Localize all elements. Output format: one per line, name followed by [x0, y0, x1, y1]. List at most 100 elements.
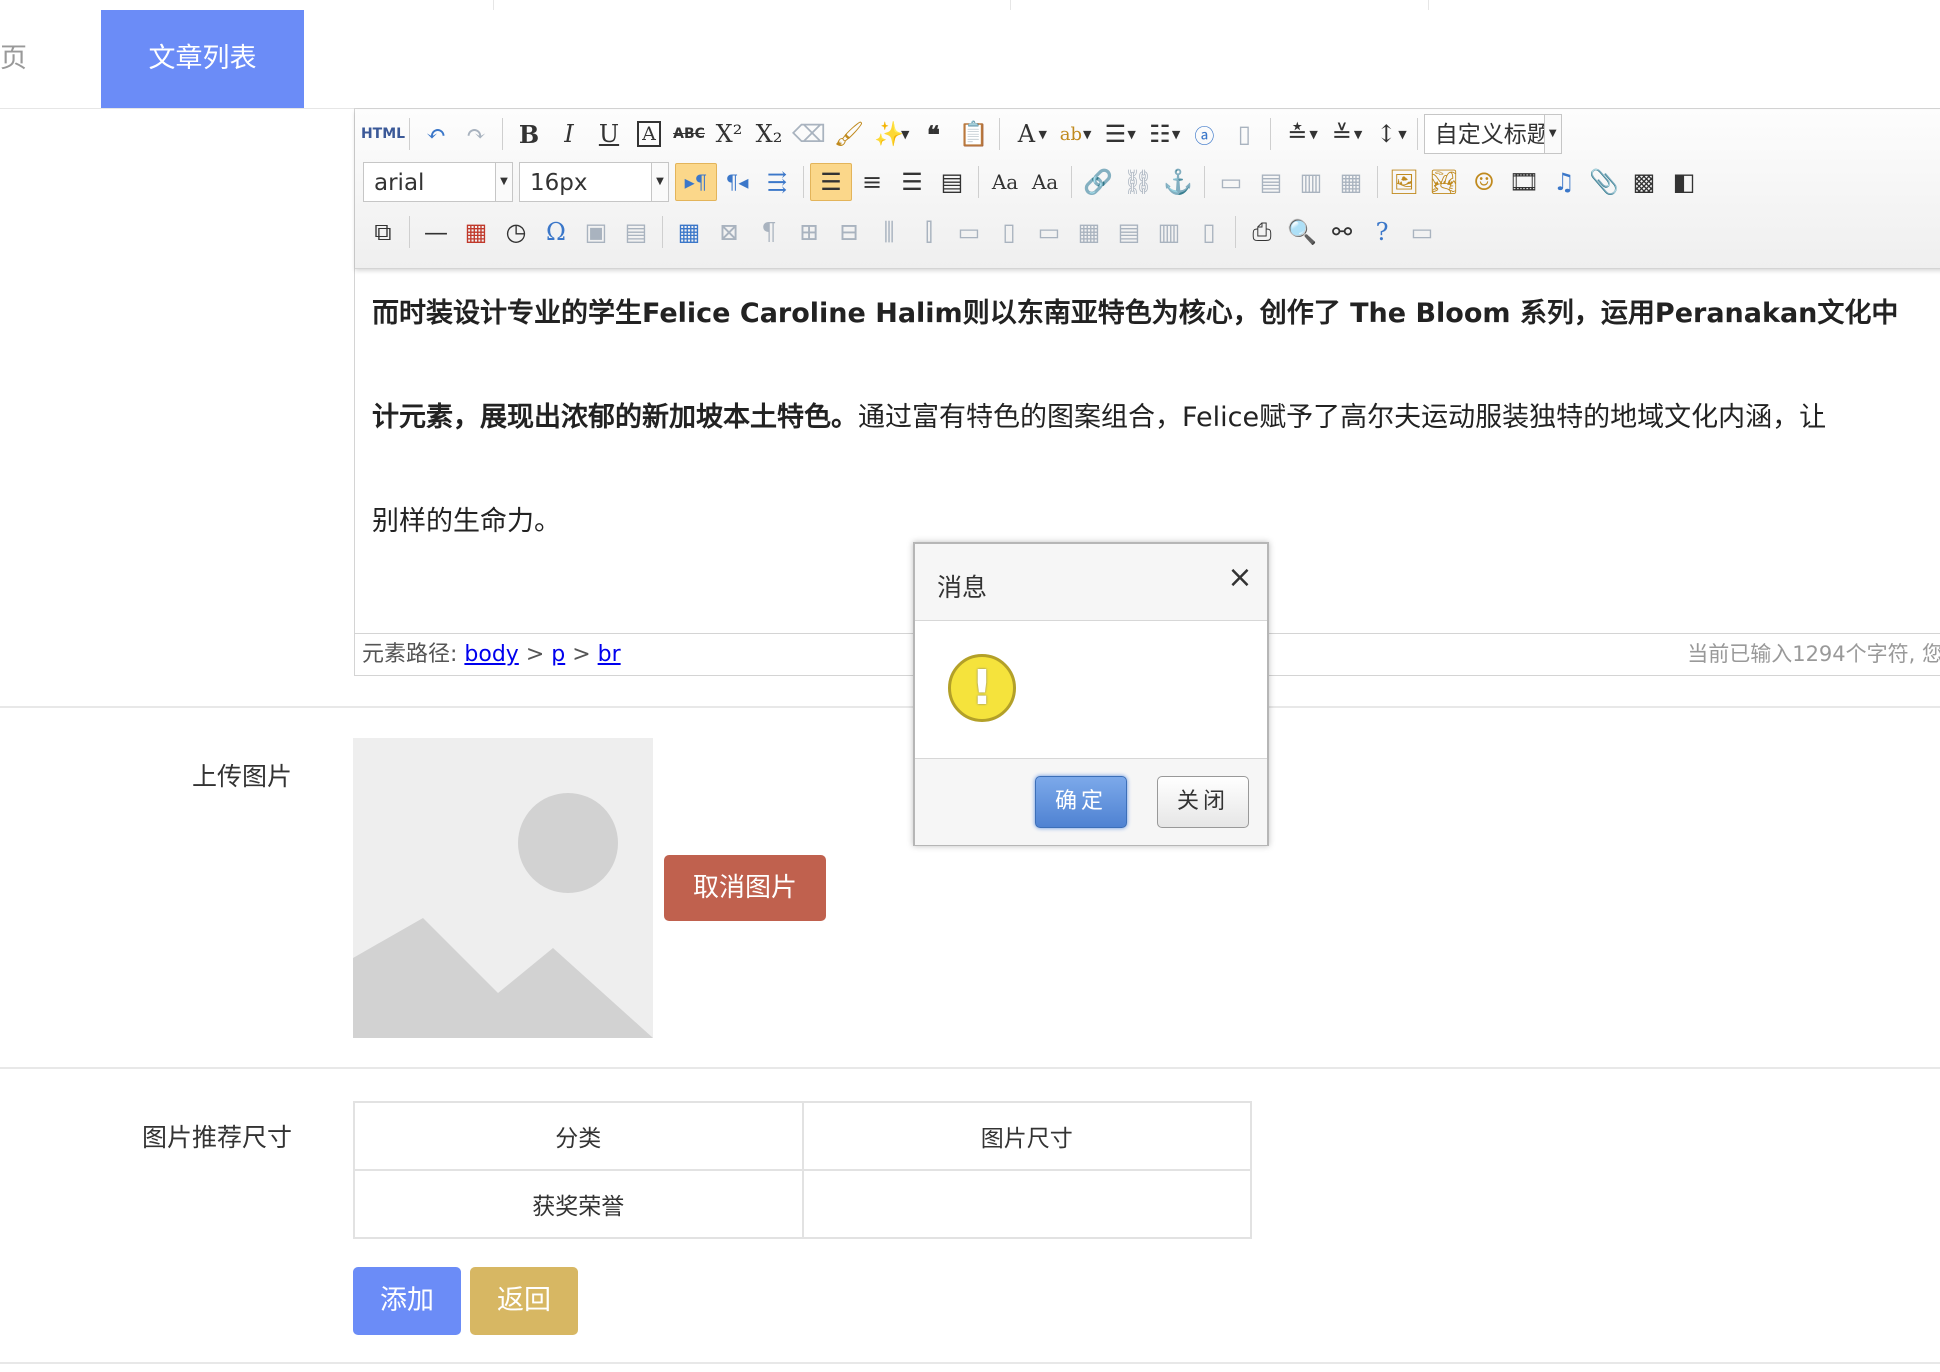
- word-image-icon[interactable]: ▤: [616, 214, 656, 250]
- custom-heading-select[interactable]: 自定义标题 ▼: [1423, 114, 1562, 154]
- draft-icon[interactable]: ▭: [1402, 214, 1442, 250]
- element-path-body[interactable]: body: [464, 642, 518, 667]
- chart-icon[interactable]: ▯: [1189, 214, 1229, 250]
- search-replace-icon[interactable]: ⚯: [1322, 214, 1362, 250]
- dialog-close-button[interactable]: 关闭: [1157, 776, 1249, 828]
- editor-content[interactable]: 而时装设计专业的学生Felice Caroline Halim则以东南亚特色为核…: [372, 262, 1940, 574]
- align-left-icon[interactable]: ☰: [810, 163, 852, 201]
- help-icon[interactable]: ?: [1362, 214, 1402, 250]
- back-button[interactable]: 返回: [470, 1267, 578, 1335]
- recommended-size-table: 分类 图片尺寸 获奖荣誉: [353, 1101, 1252, 1239]
- merge-right-icon[interactable]: ▯: [989, 214, 1029, 250]
- delete-col-icon[interactable]: ⫿: [909, 214, 949, 250]
- rtl-direction-icon[interactable]: ¶◂: [717, 164, 757, 200]
- unlink-icon[interactable]: ⛓: [1118, 164, 1158, 200]
- cancel-image-button[interactable]: 取消图片: [664, 855, 826, 921]
- time-icon[interactable]: ◷: [496, 214, 536, 250]
- image-placeholder[interactable]: [353, 738, 653, 1038]
- music-icon[interactable]: ♫: [1544, 164, 1584, 200]
- font-border-icon[interactable]: A: [629, 116, 669, 152]
- underline-icon[interactable]: U: [589, 116, 629, 152]
- link-icon[interactable]: 🔗: [1078, 164, 1118, 200]
- date-icon[interactable]: ▦: [456, 214, 496, 250]
- split-cells-icon[interactable]: ▦: [1069, 214, 1109, 250]
- subscript-icon[interactable]: X₂: [749, 116, 789, 152]
- emotion-icon[interactable]: ☺: [1464, 164, 1504, 200]
- indent-icon[interactable]: ⇶: [757, 164, 797, 200]
- top-column-divider: [1010, 0, 1011, 10]
- chevron-down-icon[interactable]: ▼: [1172, 128, 1180, 141]
- print-icon[interactable]: ⎙: [1242, 214, 1282, 250]
- content-line: 计元素，展现出浓郁的新加坡本土特色。通过富有特色的图案组合，Felice赋予了高…: [372, 402, 1827, 433]
- strikethrough-icon[interactable]: ABC: [669, 116, 709, 152]
- eraser-icon[interactable]: ⌫: [789, 116, 829, 152]
- element-path-p[interactable]: p: [551, 642, 565, 667]
- element-path-br[interactable]: br: [598, 642, 621, 667]
- align-justify-icon[interactable]: ▤: [932, 164, 972, 200]
- horizontal-rule-icon[interactable]: —: [416, 214, 456, 250]
- align-center-icon[interactable]: ≡: [852, 164, 892, 200]
- font-family-select[interactable]: arial ▼: [363, 162, 513, 202]
- split-rows-icon[interactable]: ▤: [1109, 214, 1149, 250]
- format-brush-icon[interactable]: 🖌: [829, 116, 869, 152]
- undo-icon[interactable]: ↶: [416, 116, 456, 152]
- redo-icon[interactable]: ↷: [456, 116, 496, 152]
- form-row-divider: [0, 1067, 1940, 1069]
- snapscreen-icon[interactable]: ▣: [576, 214, 616, 250]
- clear-document-icon[interactable]: ▯: [1224, 116, 1264, 152]
- font-size-select[interactable]: 16px ▼: [519, 162, 669, 202]
- chevron-down-icon[interactable]: ▼: [901, 128, 909, 141]
- image-center-icon[interactable]: ▦: [1331, 164, 1371, 200]
- map-icon[interactable]: ▩: [1624, 164, 1664, 200]
- chevron-down-icon[interactable]: ▼: [1127, 128, 1135, 141]
- add-button[interactable]: 添加: [353, 1267, 461, 1335]
- confirm-button[interactable]: 确定: [1035, 776, 1127, 828]
- paste-plain-icon[interactable]: 📋: [953, 116, 993, 152]
- italic-icon[interactable]: I: [549, 116, 589, 152]
- superscript-icon[interactable]: X²: [709, 116, 749, 152]
- toolbar-separator: [409, 118, 410, 150]
- chevron-down-icon: ▼: [651, 163, 668, 201]
- attachment-icon[interactable]: 📎: [1584, 164, 1624, 200]
- page-break-icon[interactable]: ⧉: [363, 214, 403, 250]
- toolbar-separator: [662, 216, 663, 248]
- lowercase-icon[interactable]: Aa: [1025, 164, 1065, 200]
- chevron-down-icon[interactable]: ▼: [1038, 128, 1046, 141]
- multi-image-icon[interactable]: 🏞: [1424, 164, 1464, 200]
- top-column-divider: [1428, 0, 1429, 10]
- table-cell: [801, 1169, 1252, 1239]
- tab-home[interactable]: 页: [0, 10, 100, 108]
- insert-row-icon[interactable]: ⊞: [789, 214, 829, 250]
- split-cols-icon[interactable]: ▥: [1149, 214, 1189, 250]
- chevron-down-icon[interactable]: ▼: [1354, 128, 1362, 141]
- iframe-icon[interactable]: ◧: [1664, 164, 1704, 200]
- insert-paragraph-icon[interactable]: ¶: [749, 214, 789, 250]
- insert-table-icon[interactable]: ▦: [669, 214, 709, 250]
- insert-col-icon[interactable]: ⫼: [869, 214, 909, 250]
- chevron-down-icon[interactable]: ▼: [1083, 128, 1091, 141]
- uppercase-icon[interactable]: Aa: [985, 164, 1025, 200]
- video-icon[interactable]: 🎞: [1504, 164, 1544, 200]
- image-left-icon[interactable]: ▤: [1251, 164, 1291, 200]
- image-none-icon[interactable]: ▭: [1211, 164, 1251, 200]
- align-right-icon[interactable]: ☰: [892, 164, 932, 200]
- special-chars-icon[interactable]: Ω: [536, 214, 576, 250]
- select-all-icon[interactable]: ⓐ: [1184, 116, 1224, 152]
- close-icon[interactable]: ×: [1225, 560, 1255, 595]
- blockquote-icon[interactable]: ❝: [913, 116, 953, 152]
- anchor-icon[interactable]: ⚓: [1158, 164, 1198, 200]
- html-source-icon[interactable]: HTML: [361, 116, 405, 152]
- chevron-down-icon[interactable]: ▼: [1309, 128, 1317, 141]
- insert-image-icon[interactable]: 🖼: [1384, 164, 1424, 200]
- delete-table-icon[interactable]: ⊠: [709, 214, 749, 250]
- image-right-icon[interactable]: ▥: [1291, 164, 1331, 200]
- bold-icon[interactable]: B: [509, 116, 549, 152]
- chevron-down-icon[interactable]: ▼: [1398, 128, 1406, 141]
- merge-down-icon[interactable]: ▭: [1029, 214, 1069, 250]
- delete-row-icon[interactable]: ⊟: [829, 214, 869, 250]
- merge-cells-icon[interactable]: ▭: [949, 214, 989, 250]
- tab-article-list[interactable]: 文章列表: [101, 10, 304, 108]
- toolbar-separator: [1270, 118, 1272, 150]
- preview-icon[interactable]: 🔍: [1282, 214, 1322, 250]
- ltr-direction-icon[interactable]: ▸¶: [675, 163, 717, 201]
